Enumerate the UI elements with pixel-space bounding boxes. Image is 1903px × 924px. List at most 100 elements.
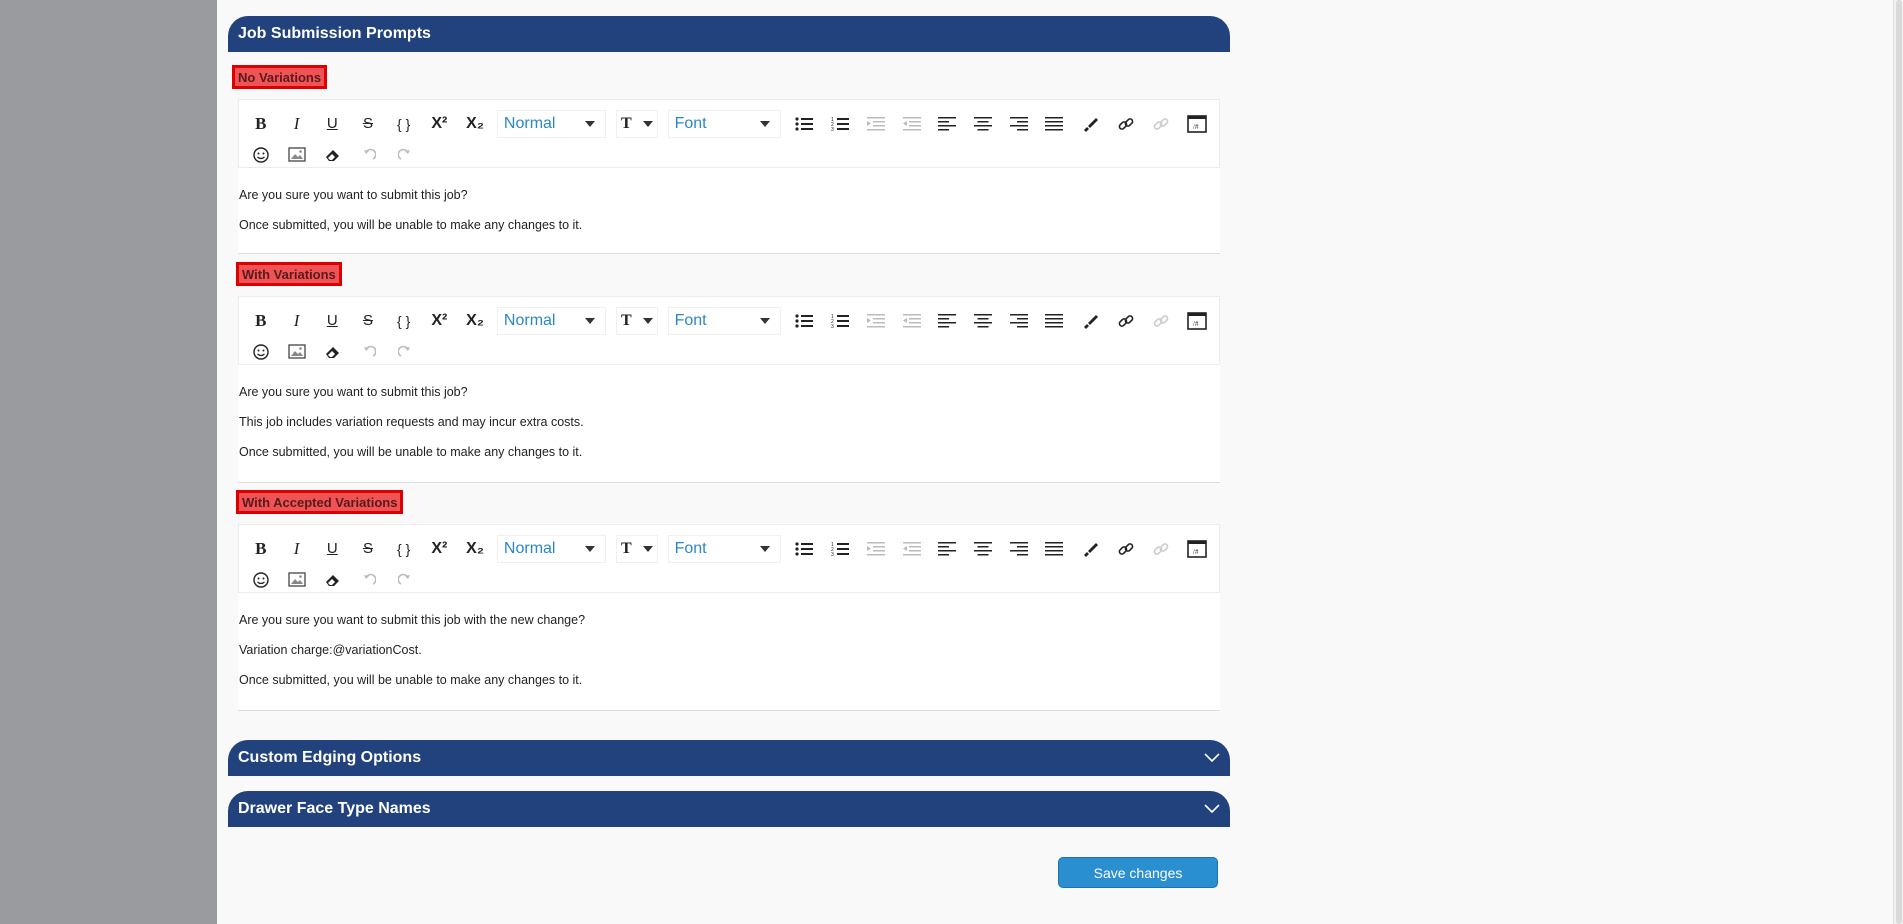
drawer-face-title: Drawer Face Type Names — [238, 800, 431, 817]
align-left-icon[interactable] — [933, 111, 961, 137]
outdent-icon[interactable] — [898, 536, 926, 562]
bullet-list-icon[interactable] — [791, 308, 819, 334]
code-view-icon[interactable]: /# — [1183, 536, 1211, 562]
chevron-down-icon — [759, 545, 770, 552]
align-left-icon[interactable] — [933, 536, 961, 562]
superscript-button[interactable]: X² — [426, 308, 454, 334]
code-button[interactable]: { } — [390, 111, 418, 137]
undo-icon[interactable] — [355, 142, 383, 168]
font-select[interactable]: Font — [667, 534, 781, 563]
emoji-icon[interactable] — [247, 339, 275, 365]
italic-button[interactable]: I — [283, 536, 311, 562]
outdent-icon[interactable] — [898, 111, 926, 137]
align-right-icon[interactable] — [1005, 308, 1033, 334]
job-submission-header[interactable]: Job Submission Prompts — [228, 16, 1230, 52]
header-select[interactable]: Normal — [496, 534, 606, 563]
align-left-icon[interactable] — [933, 308, 961, 334]
align-center-icon[interactable] — [969, 111, 997, 137]
editor-with-variations: B I U S { } X² X₂ Normal T Font 123 /# A… — [238, 296, 1220, 483]
code-button[interactable]: { } — [390, 308, 418, 334]
align-center-icon[interactable] — [969, 308, 997, 334]
indent-icon[interactable] — [862, 111, 890, 137]
drawer-face-header[interactable]: Drawer Face Type Names — [228, 791, 1230, 827]
custom-edging-header[interactable]: Custom Edging Options — [228, 740, 1230, 776]
indent-icon[interactable] — [862, 308, 890, 334]
brush-icon[interactable] — [1076, 536, 1104, 562]
outdent-icon[interactable] — [898, 308, 926, 334]
code-view-icon[interactable]: /# — [1183, 111, 1211, 137]
unlink-icon[interactable] — [1148, 111, 1176, 137]
strike-button[interactable]: S — [354, 308, 382, 334]
brush-icon[interactable] — [1076, 308, 1104, 334]
code-button[interactable]: { } — [390, 536, 418, 562]
svg-text:3: 3 — [831, 127, 834, 131]
bold-button[interactable]: B — [247, 308, 275, 334]
redo-icon[interactable] — [391, 339, 419, 365]
bullet-list-icon[interactable] — [791, 536, 819, 562]
undo-icon[interactable] — [355, 567, 383, 593]
align-justify-icon[interactable] — [1041, 308, 1069, 334]
emoji-icon[interactable] — [247, 142, 275, 168]
image-icon[interactable] — [283, 567, 311, 593]
align-right-icon[interactable] — [1005, 111, 1033, 137]
link-icon[interactable] — [1112, 111, 1140, 137]
eraser-icon[interactable] — [319, 339, 347, 365]
scrollbar-thumb[interactable] — [1896, 0, 1902, 924]
link-icon[interactable] — [1112, 536, 1140, 562]
header-select-value: Normal — [503, 311, 556, 329]
undo-icon[interactable] — [355, 339, 383, 365]
eraser-icon[interactable] — [319, 142, 347, 168]
editor-with-accepted-variations: B I U S { } X² X₂ Normal T Font 123 /# A… — [238, 524, 1220, 711]
redo-icon[interactable] — [391, 567, 419, 593]
brush-icon[interactable] — [1076, 111, 1104, 137]
editor-body[interactable]: Are you sure you want to submit this job… — [238, 593, 1220, 711]
bold-button[interactable]: B — [247, 536, 275, 562]
size-select[interactable]: T — [615, 306, 658, 335]
size-select[interactable]: T — [615, 534, 658, 563]
align-justify-icon[interactable] — [1041, 536, 1069, 562]
superscript-button[interactable]: X² — [426, 111, 454, 137]
underline-button[interactable]: U — [318, 308, 346, 334]
header-select[interactable]: Normal — [496, 306, 606, 335]
align-right-icon[interactable] — [1005, 536, 1033, 562]
ordered-list-icon[interactable]: 123 — [826, 111, 854, 137]
font-select[interactable]: Font — [667, 306, 781, 335]
subscript-button[interactable]: X₂ — [461, 536, 489, 562]
emoji-icon[interactable] — [247, 567, 275, 593]
size-select[interactable]: T — [615, 109, 658, 138]
chevron-down-icon — [1204, 801, 1220, 817]
underline-button[interactable]: U — [318, 111, 346, 137]
bold-button[interactable]: B — [247, 111, 275, 137]
ordered-list-icon[interactable]: 123 — [826, 536, 854, 562]
bullet-list-icon[interactable] — [791, 111, 819, 137]
eraser-icon[interactable] — [319, 567, 347, 593]
image-icon[interactable] — [283, 142, 311, 168]
save-changes-button[interactable]: Save changes — [1058, 857, 1218, 888]
subscript-button[interactable]: X₂ — [461, 308, 489, 334]
header-select[interactable]: Normal — [496, 109, 606, 138]
align-center-icon[interactable] — [969, 536, 997, 562]
superscript-button[interactable]: X² — [426, 536, 454, 562]
image-icon[interactable] — [283, 339, 311, 365]
font-select[interactable]: Font — [667, 109, 781, 138]
link-icon[interactable] — [1112, 308, 1140, 334]
editor-line: Once submitted, you will be unable to ma… — [239, 218, 583, 232]
editor-line: Once submitted, you will be unable to ma… — [239, 673, 583, 687]
chevron-down-icon — [759, 120, 770, 127]
redo-icon[interactable] — [391, 142, 419, 168]
strike-button[interactable]: S — [354, 111, 382, 137]
indent-icon[interactable] — [862, 536, 890, 562]
italic-button[interactable]: I — [283, 308, 311, 334]
unlink-icon[interactable] — [1148, 308, 1176, 334]
ordered-list-icon[interactable]: 123 — [826, 308, 854, 334]
align-justify-icon[interactable] — [1041, 111, 1069, 137]
subscript-button[interactable]: X₂ — [461, 111, 489, 137]
code-view-icon[interactable]: /# — [1183, 308, 1211, 334]
editor-body[interactable]: Are you sure you want to submit this job… — [238, 365, 1220, 483]
underline-button[interactable]: U — [318, 536, 346, 562]
strike-button[interactable]: S — [354, 536, 382, 562]
vertical-scrollbar[interactable] — [1893, 0, 1903, 924]
editor-body[interactable]: Are you sure you want to submit this job… — [238, 168, 1220, 254]
italic-button[interactable]: I — [283, 111, 311, 137]
unlink-icon[interactable] — [1148, 536, 1176, 562]
